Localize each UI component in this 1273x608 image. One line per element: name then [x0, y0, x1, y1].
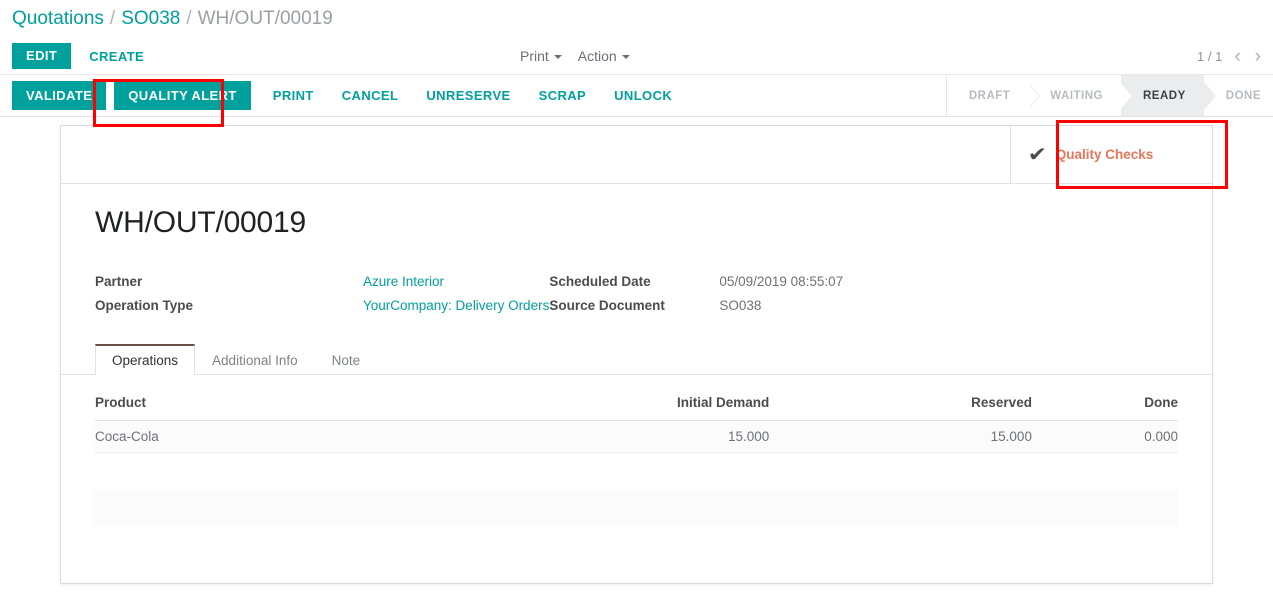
status-steps: DRAFT WAITING READY DONE: [945, 75, 1273, 116]
notebook: Operations Additional Info Note Product …: [61, 343, 1212, 527]
field-label-source-document: Source Document: [549, 298, 665, 313]
operations-table: Product Initial Demand Reserved Done Coc…: [95, 389, 1178, 527]
chevron-right-icon: [1028, 82, 1040, 109]
status-step-label: WAITING: [1050, 89, 1103, 102]
table-spacer-row: [95, 452, 1178, 489]
statusbar: VALIDATE QUALITY ALERT PRINT CANCEL UNRE…: [0, 74, 1273, 117]
breadcrumb-item-current: WH/OUT/00019: [197, 8, 333, 29]
status-step-ready[interactable]: READY: [1121, 75, 1216, 116]
form-body: WH/OUT/00019 Partner Azure Interior Oper…: [61, 184, 1212, 527]
status-step-label: DRAFT: [968, 89, 1011, 102]
breadcrumb: Quotations / SO038 / WH/OUT/00019: [0, 0, 1273, 38]
chevron-down-icon: [621, 55, 630, 59]
form-sheet: ✔ Quality Checks WH/OUT/00019 Partner Az…: [60, 125, 1213, 584]
chevron-right-icon: [1121, 82, 1132, 109]
status-step-draft[interactable]: DRAFT: [947, 75, 1041, 116]
control-panel: EDIT CREATE Print Action 1 / 1 ‹ ›: [0, 38, 1273, 74]
notebook-tabs: Operations Additional Info Note: [61, 343, 1212, 375]
breadcrumb-item-quotations[interactable]: Quotations: [12, 8, 104, 30]
status-step-label: READY: [1143, 89, 1186, 102]
cell-reserved: 15.000: [769, 420, 1032, 453]
create-button[interactable]: CREATE: [77, 43, 156, 70]
print-button[interactable]: PRINT: [259, 81, 328, 111]
field-label-operation-type: Operation Type: [95, 298, 194, 313]
cell-product: Coca-Cola: [95, 420, 371, 453]
check-icon: ✔: [1027, 143, 1048, 166]
status-step-waiting[interactable]: WAITING: [1028, 75, 1133, 116]
stat-button-box: ✔ Quality Checks: [61, 126, 1212, 184]
field-value-operation-type[interactable]: YourCompany: Delivery Orders: [363, 298, 549, 313]
operations-table-body: Coca-Cola 15.000 15.000 0.000: [95, 420, 1178, 527]
operations-table-head: Product Initial Demand Reserved Done: [95, 389, 1178, 421]
breadcrumb-item-so038[interactable]: SO038: [121, 8, 180, 30]
page-title: WH/OUT/00019: [95, 206, 306, 239]
pager-previous-icon[interactable]: ‹: [1232, 47, 1242, 66]
form-fields-right: Scheduled Date 05/09/2019 08:55:07 Sourc…: [549, 274, 843, 313]
pager-next-icon[interactable]: ›: [1253, 47, 1263, 66]
pager: 1 / 1 ‹ ›: [1197, 38, 1263, 74]
tab-additional-info[interactable]: Additional Info: [195, 344, 315, 375]
field-value-scheduled-date: 05/09/2019 08:55:07: [719, 274, 844, 289]
unreserve-button[interactable]: UNRESERVE: [412, 81, 524, 111]
cancel-button[interactable]: CANCEL: [328, 81, 413, 111]
tab-operations[interactable]: Operations: [95, 344, 196, 375]
table-add-line-cell: [95, 489, 1178, 527]
unlock-button[interactable]: UNLOCK: [600, 81, 686, 111]
action-dropdown-label: Action: [577, 48, 617, 64]
breadcrumb-separator: /: [109, 8, 116, 29]
cell-initial-demand: 15.000: [370, 420, 770, 453]
table-add-line-row[interactable]: [95, 489, 1178, 527]
edit-button[interactable]: EDIT: [12, 42, 72, 70]
action-dropdown[interactable]: Action: [578, 48, 630, 64]
column-header-done[interactable]: Done: [1031, 389, 1178, 421]
print-dropdown-label: Print: [520, 48, 549, 64]
breadcrumb-separator: /: [186, 8, 192, 29]
field-label-scheduled-date: Scheduled Date: [549, 274, 651, 289]
control-panel-dropdowns: Print Action: [520, 38, 630, 74]
pager-value: 1 / 1: [1197, 48, 1223, 64]
quality-checks-label: Quality Checks: [1055, 147, 1154, 162]
column-header-product[interactable]: Product: [95, 389, 371, 421]
scrap-button[interactable]: SCRAP: [525, 81, 601, 111]
cell-done: 0.000: [1031, 420, 1178, 453]
field-value-partner[interactable]: Azure Interior: [363, 274, 549, 289]
chevron-right-icon: [1203, 82, 1215, 109]
form-fields-left: Partner Azure Interior Operation Type Yo…: [95, 274, 549, 313]
validate-button[interactable]: VALIDATE: [12, 80, 107, 111]
print-dropdown[interactable]: Print: [520, 48, 562, 64]
form-fields: Partner Azure Interior Operation Type Yo…: [95, 274, 1178, 313]
quality-checks-button[interactable]: ✔ Quality Checks: [1010, 126, 1201, 183]
field-value-source-document: SO038: [719, 298, 762, 313]
field-label-partner: Partner: [95, 274, 143, 289]
table-spacer-cell: [95, 452, 1178, 489]
quality-alert-button[interactable]: QUALITY ALERT: [114, 80, 251, 111]
chevron-down-icon: [553, 55, 562, 59]
status-step-label: DONE: [1225, 89, 1261, 102]
table-row[interactable]: Coca-Cola 15.000 15.000 0.000: [95, 420, 1178, 453]
tab-note[interactable]: Note: [315, 344, 378, 375]
column-header-reserved[interactable]: Reserved: [769, 389, 1032, 421]
sheet-container: ✔ Quality Checks WH/OUT/00019 Partner Az…: [0, 117, 1273, 587]
table-header-row: Product Initial Demand Reserved Done: [95, 389, 1178, 421]
statusbar-buttons: VALIDATE QUALITY ALERT PRINT CANCEL UNRE…: [0, 80, 686, 111]
column-header-initial-demand[interactable]: Initial Demand: [370, 389, 770, 421]
